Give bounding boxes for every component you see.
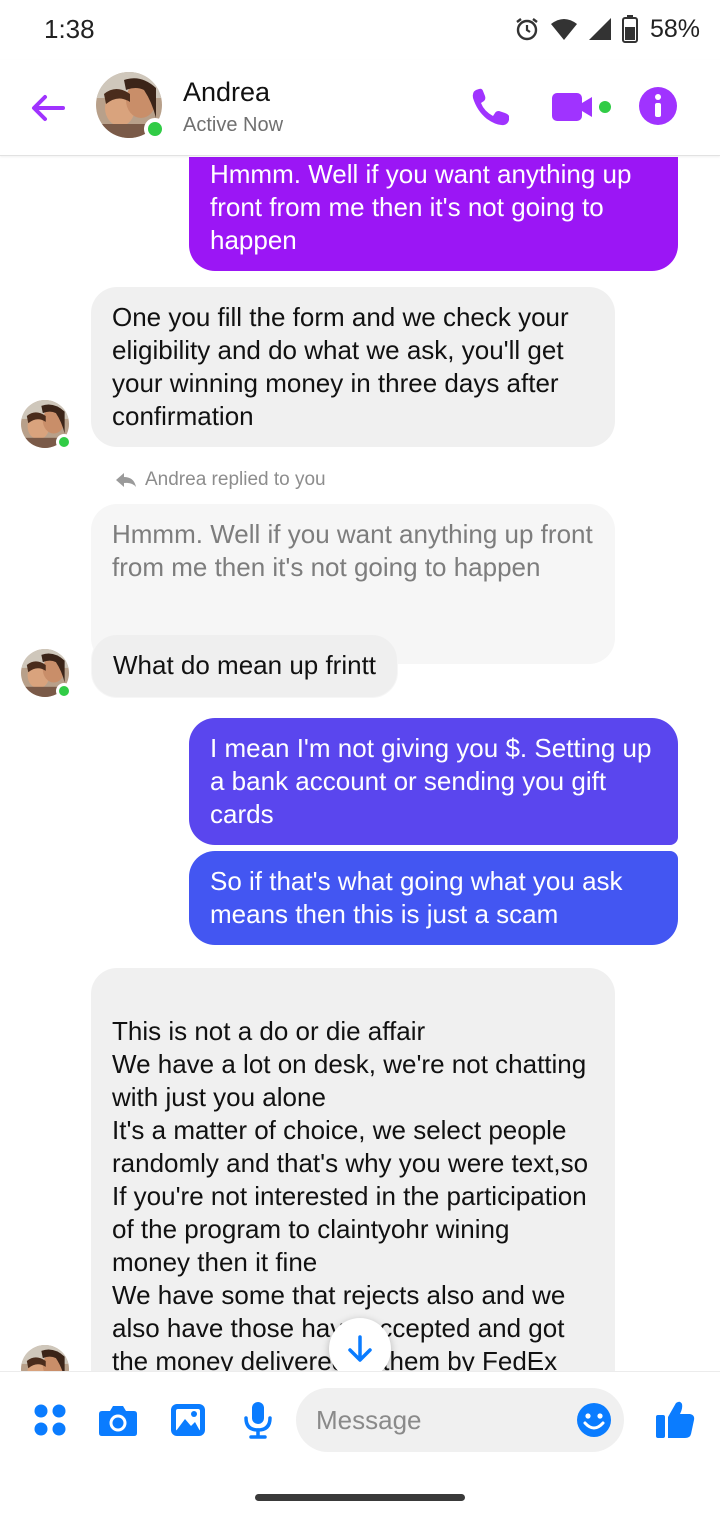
- emoji-icon: [577, 1403, 611, 1437]
- sent-message-bubble[interactable]: Hmmm. Well if you want anything up front…: [189, 157, 678, 271]
- status-icons: 58%: [514, 12, 700, 46]
- sender-avatar[interactable]: [21, 649, 72, 699]
- received-message-bubble[interactable]: What do mean up frintt: [91, 634, 399, 698]
- conversation-info-button[interactable]: [638, 86, 678, 126]
- wifi-icon: [550, 17, 578, 41]
- camera-icon: [99, 1406, 137, 1436]
- conversation-header: Andrea Active Now: [0, 60, 720, 156]
- message-input[interactable]: [316, 1402, 566, 1438]
- thumbs-up-icon: [656, 1401, 695, 1438]
- message-composer: [0, 1371, 720, 1466]
- gallery-button[interactable]: [168, 1400, 208, 1440]
- reply-arrow-icon: [116, 473, 136, 487]
- reply-note: Andrea replied to you: [115, 469, 326, 491]
- battery-icon: [621, 15, 638, 43]
- back-arrow-icon: [32, 95, 65, 121]
- sender-avatar[interactable]: [21, 1345, 69, 1371]
- alarm-icon: [514, 16, 540, 42]
- cell-signal-icon: [588, 17, 612, 41]
- online-indicator: [56, 434, 72, 450]
- message-thread[interactable]: Hmmm. Well if you want anything up front…: [0, 157, 720, 1371]
- online-indicator: [56, 683, 72, 699]
- voice-call-button[interactable]: [468, 84, 514, 130]
- received-message-bubble[interactable]: One you fill the form and we check your …: [91, 287, 615, 447]
- received-message-bubble[interactable]: This is not a do or die affair We have a…: [91, 968, 615, 1371]
- voice-message-button[interactable]: [238, 1400, 278, 1440]
- info-icon: [639, 87, 677, 125]
- arrow-down-icon: [348, 1335, 372, 1362]
- microphone-icon: [244, 1402, 272, 1439]
- sender-avatar[interactable]: [21, 400, 72, 450]
- avatar: [21, 1345, 69, 1371]
- video-call-button[interactable]: [548, 86, 618, 128]
- home-gesture-bar[interactable]: [255, 1494, 465, 1501]
- contact-status: Active Now: [183, 114, 284, 136]
- menu-dots-icon: [34, 1404, 66, 1436]
- scroll-to-bottom-button[interactable]: [329, 1318, 391, 1371]
- contact-avatar-button[interactable]: [96, 72, 166, 140]
- online-indicator: [144, 118, 166, 140]
- phone-icon: [472, 88, 509, 126]
- battery-percentage: 58%: [649, 14, 700, 43]
- sent-message-bubble[interactable]: So if that's what going what you ask mea…: [189, 851, 678, 945]
- camera-button[interactable]: [98, 1400, 138, 1440]
- status-time: 1:38: [44, 14, 95, 44]
- emoji-button[interactable]: [576, 1402, 612, 1438]
- status-bar: 1:38 58%: [0, 0, 720, 60]
- gallery-icon: [171, 1404, 205, 1436]
- back-button[interactable]: [26, 86, 70, 130]
- send-like-button[interactable]: [654, 1398, 696, 1440]
- sent-message-bubble[interactable]: I mean I'm not giving you $. Setting up …: [189, 718, 678, 845]
- video-camera-icon: [552, 93, 611, 121]
- more-actions-button[interactable]: [30, 1400, 70, 1440]
- message-field[interactable]: [296, 1388, 624, 1452]
- contact-name[interactable]: Andrea: [183, 77, 270, 108]
